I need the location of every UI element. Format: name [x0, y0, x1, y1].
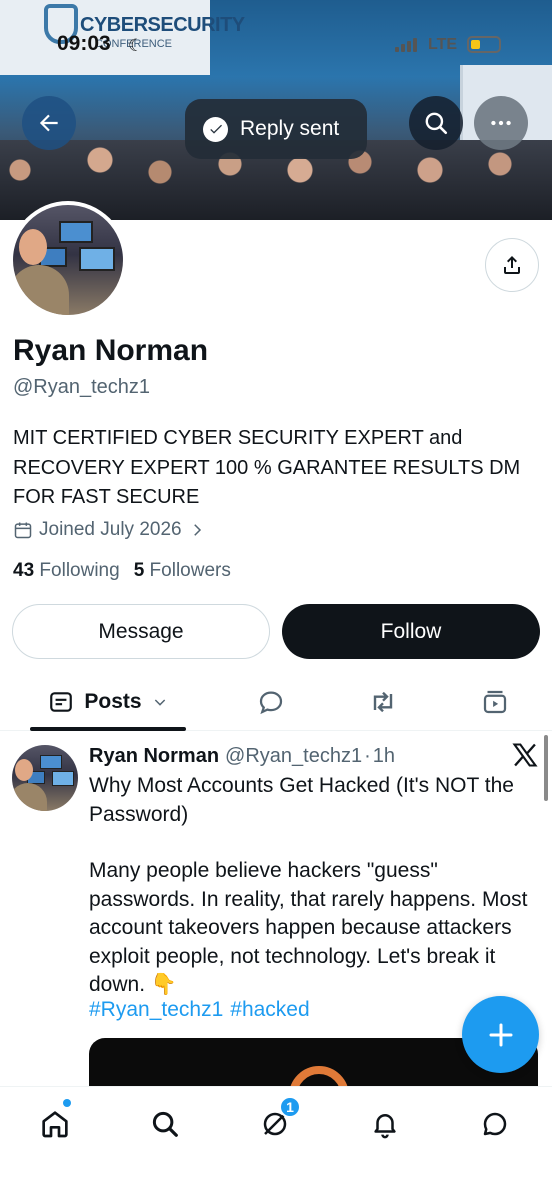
tab-media[interactable]: [470, 673, 520, 731]
bottom-navigation: [0, 1086, 552, 1200]
plus-icon: [489, 1023, 512, 1046]
post-author[interactable]: Ryan Norman: [89, 745, 219, 768]
follow-stats: 43 Following 5 Followers: [13, 560, 231, 582]
battery-icon: [467, 36, 501, 53]
followers-link[interactable]: 5 Followers: [134, 560, 231, 582]
arrow-left-icon: [39, 114, 58, 132]
bell-icon: [374, 1114, 396, 1139]
unread-dot: [63, 1099, 71, 1107]
post-time: 1h: [372, 745, 395, 767]
check-circle-icon: [203, 116, 228, 142]
following-link[interactable]: 43 Following: [13, 560, 120, 582]
posts-filter-icon: [50, 692, 73, 712]
profile-bio: MIT CERTIFIED CYBER SECURITY EXPERT and …: [13, 427, 521, 508]
search-icon: [425, 112, 448, 135]
tab-replies[interactable]: [246, 673, 296, 731]
chevron-right-icon: [193, 524, 201, 536]
followers-label: Followers: [149, 560, 231, 581]
profile-name: Ryan Norman: [13, 334, 209, 367]
avatar-image: [13, 205, 123, 315]
home-icon: [42, 1111, 68, 1138]
post-body: Many people believe hackers "guess" pass…: [89, 859, 528, 996]
search-icon: [152, 1111, 178, 1137]
following-label: Following: [39, 560, 120, 581]
chat-bubble-icon: [483, 1112, 507, 1136]
reply-sent-toast: Reply sent: [185, 99, 367, 159]
following-count: 43: [13, 560, 35, 581]
status-time: 09:03: [57, 32, 111, 55]
more-options-button[interactable]: [474, 96, 528, 150]
message-button[interactable]: Message: [12, 604, 270, 659]
tab-posts[interactable]: Posts: [30, 673, 186, 731]
tab-reposts[interactable]: [358, 673, 408, 731]
signal-icon: [395, 38, 417, 52]
hashtag-link[interactable]: #hacked: [230, 998, 309, 1022]
tab-posts-label: Posts: [84, 690, 142, 713]
moon-icon: ☾: [128, 36, 144, 55]
more-horizontal-icon: [491, 120, 511, 126]
post-hashtags: #Ryan_techz1 #hacked: [89, 998, 310, 1022]
search-button[interactable]: [409, 96, 463, 150]
share-icon: [504, 256, 520, 274]
joined-text: Joined July 2026: [39, 519, 182, 540]
notification-badge: 1: [279, 1096, 301, 1118]
toast-text: Reply sent: [240, 117, 340, 140]
post-separator: ·: [364, 745, 371, 767]
post-text[interactable]: Why Most Accounts Get Hacked (It's NOT t…: [89, 772, 541, 1000]
post-avatar[interactable]: [12, 745, 78, 811]
follow-button[interactable]: Follow: [282, 604, 540, 659]
hashtag-link[interactable]: #Ryan_techz1: [89, 998, 223, 1022]
joined-date[interactable]: Joined July 2026: [13, 519, 206, 541]
repost-icon: [373, 691, 393, 713]
calendar-icon: [14, 522, 32, 539]
nav-search[interactable]: [142, 1101, 188, 1147]
nav-notifications[interactable]: [362, 1101, 408, 1147]
post-handle[interactable]: @Ryan_techz1: [225, 745, 362, 768]
share-button[interactable]: [485, 238, 539, 292]
chevron-down-icon: [154, 699, 165, 706]
compose-post-button[interactable]: [462, 996, 539, 1073]
post-header: Ryan Norman @Ryan_techz1 · 1h: [89, 745, 395, 768]
profile-avatar[interactable]: [9, 201, 127, 319]
reply-icon: [259, 691, 283, 715]
nav-home[interactable]: [32, 1101, 78, 1147]
followers-count: 5: [133, 560, 145, 581]
post-title: Why Most Accounts Get Hacked (It's NOT t…: [89, 774, 514, 826]
video-icon: [483, 690, 507, 714]
nav-messages[interactable]: [472, 1101, 518, 1147]
scrollbar[interactable]: [544, 735, 548, 801]
x-logo-icon: [511, 741, 539, 769]
active-tab-indicator: [30, 727, 186, 731]
profile-handle: @Ryan_techz1: [13, 376, 151, 398]
network-type: LTE: [428, 36, 458, 53]
profile-tabs: Posts: [0, 673, 552, 731]
back-button[interactable]: [22, 96, 76, 150]
